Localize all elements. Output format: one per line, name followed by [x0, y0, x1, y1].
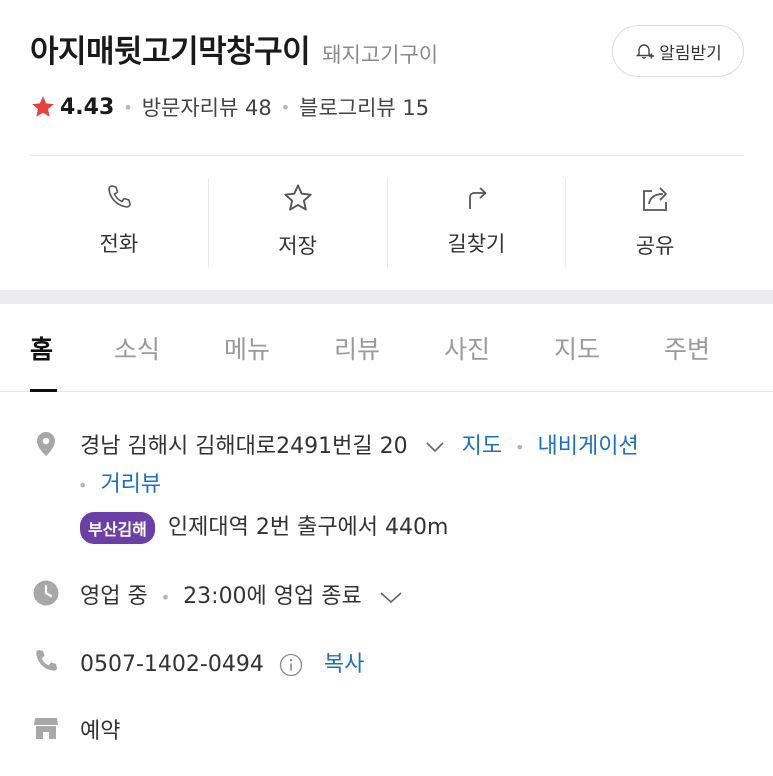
copy-phone-button[interactable]: 복사	[324, 652, 364, 677]
subway-line-badge: 부산김해	[80, 512, 155, 544]
location-pin-icon	[37, 432, 55, 456]
place-header: 아지매뒷고기막창구이 돼지고기구이 알림받기 4.43 • 방문자리뷰 48 •…	[0, 0, 773, 155]
reservation-row[interactable]: 예약	[80, 713, 120, 745]
share-icon	[643, 187, 668, 211]
separator-dot: •	[160, 588, 171, 607]
share-label: 공유	[635, 234, 675, 258]
rating-score: 4.43	[60, 94, 115, 120]
street-view-row: • 거리뷰	[78, 466, 161, 498]
separator-dot: •	[515, 438, 525, 457]
notify-button[interactable]: 알림받기	[612, 25, 744, 77]
directions-label: 길찾기	[447, 232, 506, 256]
navigation-link[interactable]: 내비게이션	[538, 434, 639, 459]
closing-time: 23:00에 영업 종료	[183, 584, 362, 609]
address-text[interactable]: 경남 김해시 김해대로2491번길 20	[80, 434, 408, 459]
notify-label: 알림받기	[659, 43, 722, 64]
phone-number[interactable]: 0507-1402-0494	[80, 652, 264, 677]
tab-news[interactable]: 소식	[114, 330, 160, 366]
address-row: 경남 김해시 김해대로2491번길 20 지도 • 내비게이션	[80, 428, 639, 460]
active-tab-indicator	[30, 389, 57, 392]
clock-icon	[33, 580, 59, 606]
subway-info: 인제대역 2번 출구에서 440m	[167, 515, 449, 540]
info-circle-icon[interactable]	[279, 653, 303, 677]
tab-nearby[interactable]: 주변	[664, 330, 710, 366]
save-button[interactable]: 저장	[209, 178, 388, 268]
call-button[interactable]: 전화	[30, 178, 209, 268]
place-name: 아지매뒷고기막창구이	[30, 34, 311, 70]
directions-icon	[469, 187, 487, 209]
map-link[interactable]: 지도	[462, 434, 502, 459]
phone-row: 0507-1402-0494 복사	[80, 646, 364, 678]
tab-bar: 홈 소식 메뉴 리뷰 사진 지도 주변	[0, 304, 773, 392]
directions-button[interactable]: 길찾기	[388, 178, 567, 268]
section-separator	[0, 290, 773, 304]
phone-icon	[108, 185, 131, 208]
share-button[interactable]: 공유	[566, 178, 744, 268]
title-row: 아지매뒷고기막창구이 돼지고기구이	[30, 26, 438, 71]
street-view-link[interactable]: 거리뷰	[100, 472, 161, 497]
tab-reviews[interactable]: 리뷰	[334, 330, 380, 366]
tab-photos[interactable]: 사진	[444, 330, 490, 366]
tab-map[interactable]: 지도	[554, 330, 600, 366]
open-status: 영업 중	[80, 584, 148, 609]
separator-dot: •	[123, 97, 133, 117]
bell-plus-icon	[636, 44, 655, 59]
rating-row: 4.43 • 방문자리뷰 48 • 블로그리뷰 15	[30, 92, 429, 122]
chevron-down-icon[interactable]	[425, 440, 445, 454]
separator-dot: •	[78, 476, 88, 495]
subway-row: 부산김해 인제대역 2번 출구에서 440m	[80, 509, 448, 544]
place-category: 돼지고기구이	[322, 43, 439, 67]
store-icon	[34, 718, 58, 739]
save-label: 저장	[278, 234, 317, 258]
action-bar: 전화 저장 길찾기 공유	[30, 178, 744, 268]
visitor-reviews-link[interactable]: 방문자리뷰 48	[142, 92, 272, 122]
tab-home[interactable]: 홈	[30, 330, 53, 366]
chevron-down-icon[interactable]	[379, 590, 403, 604]
star-outline-icon	[284, 184, 312, 211]
blog-reviews-link[interactable]: 블로그리뷰 15	[299, 92, 429, 122]
phone-filled-icon	[36, 650, 57, 671]
hours-row[interactable]: 영업 중 • 23:00에 영업 종료	[80, 578, 403, 610]
header-divider	[30, 155, 744, 156]
tab-menu[interactable]: 메뉴	[224, 330, 270, 366]
call-label: 전화	[99, 232, 139, 256]
star-filled-icon	[32, 96, 54, 117]
reservation-label: 예약	[80, 719, 121, 744]
separator-dot: •	[280, 97, 291, 117]
